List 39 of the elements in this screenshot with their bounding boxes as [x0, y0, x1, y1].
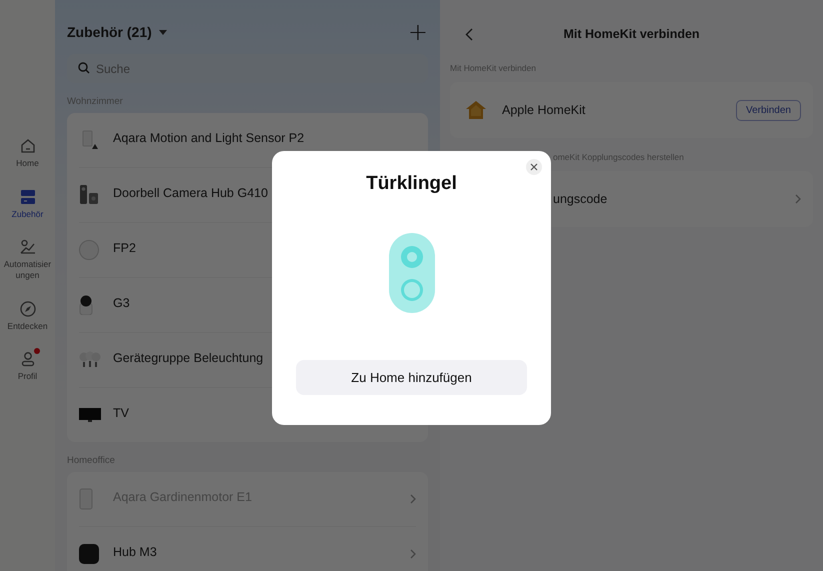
search-icon	[78, 62, 90, 74]
device-name: TV	[113, 406, 130, 420]
nav-item[interactable]: Entdecken	[0, 300, 55, 332]
close-button[interactable]	[526, 159, 542, 175]
chevron-icon	[795, 194, 801, 204]
device-row[interactable]: Hub M3	[79, 527, 416, 571]
homekit-label: Apple HomeKit	[502, 103, 586, 117]
nav-item[interactable]: Automatisier ungen	[0, 239, 55, 280]
home-icon	[20, 138, 36, 154]
profile-icon	[20, 351, 36, 368]
row-label: ungscode	[553, 192, 608, 206]
accessories-dropdown[interactable]: Zubehör (21)	[67, 24, 167, 40]
device-name: FP2	[113, 241, 137, 255]
automation-icon	[20, 239, 36, 256]
house-icon	[465, 100, 487, 120]
connect-button[interactable]: Verbinden	[736, 100, 801, 120]
hub-icon	[79, 544, 99, 564]
camera-icon	[79, 295, 93, 315]
nav-item[interactable]: Home	[0, 138, 55, 169]
caret-icon	[158, 30, 167, 34]
page-title: Mit HomeKit verbinden	[563, 27, 700, 41]
device-name: G3	[113, 296, 131, 310]
device-name: Gerätegruppe Beleuchtung	[113, 351, 264, 365]
nav-item[interactable]: Zubehör	[0, 188, 55, 220]
back-icon[interactable]	[465, 28, 473, 40]
doorbell-icon	[79, 185, 99, 205]
add-button[interactable]: +	[408, 20, 428, 44]
nav-item[interactable]: Profil	[0, 351, 55, 382]
cards-icon	[20, 188, 36, 205]
device-name: Doorbell Camera Hub G410	[113, 186, 269, 200]
device-name: Hub M3	[113, 545, 158, 559]
tv-icon	[79, 408, 101, 422]
device-name: Aqara Motion and Light Sensor P2	[113, 131, 306, 145]
bulbs-icon	[79, 350, 101, 370]
compass-icon	[20, 300, 36, 316]
add-to-home-button[interactable]: Zu Home hinzufügen	[296, 360, 527, 395]
disc-icon	[79, 240, 99, 260]
panel-icon	[79, 488, 93, 510]
close-icon	[530, 163, 538, 171]
